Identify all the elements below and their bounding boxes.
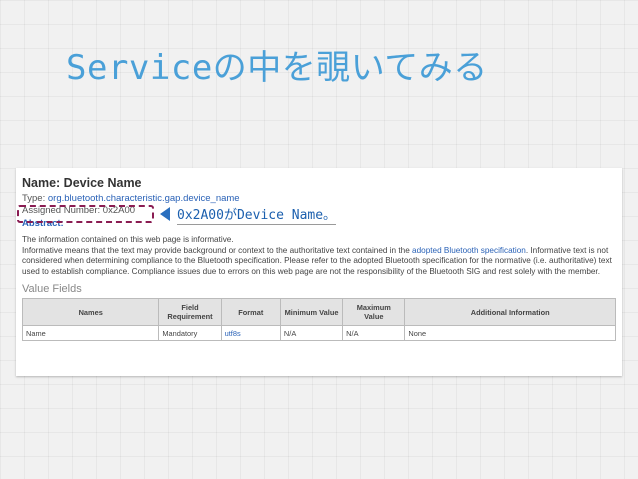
value-fields-table: Names Field Requirement Format Minimum V… <box>21 298 616 342</box>
characteristic-name: Name: Device Name <box>22 176 142 190</box>
col-minimum-value: Minimum Value <box>279 298 344 327</box>
col-maximum-value: Maximum Value <box>342 298 406 327</box>
type-label: Type: <box>22 193 46 204</box>
slide-title: Serviceの中を覗いてみる <box>66 48 488 88</box>
spec-content: Name: Device Name Type: org.bluetooth.ch… <box>21 172 616 342</box>
col-format: Format <box>220 298 281 327</box>
table-row: Name Mandatory utf8s N/A N/A None <box>21 325 616 342</box>
cell-name: Name <box>21 325 160 342</box>
informative-text-start: Informative means that the text may prov… <box>22 245 413 255</box>
informative-line: The information contained on this web pa… <box>22 235 234 244</box>
cell-format[interactable]: utf8s <box>220 325 281 342</box>
left-pointing-triangle-icon <box>160 207 170 221</box>
informative-note: The information contained on this web pa… <box>22 235 616 277</box>
cell-requirement: Mandatory <box>158 325 222 342</box>
cell-min: N/A <box>279 325 344 342</box>
adopted-spec-link[interactable]: adopted Bluetooth specification <box>412 246 526 255</box>
value-fields-heading: Value Fields <box>22 283 82 296</box>
col-names: Names <box>21 298 160 327</box>
cell-max: N/A <box>342 325 406 342</box>
cell-info: None <box>404 325 616 342</box>
format-link[interactable]: utf8s <box>225 329 241 338</box>
callout-text: 0x2A00がDevice Name。 <box>177 204 337 225</box>
callout: 0x2A00がDevice Name。 <box>160 203 337 225</box>
spec-screenshot: Name: Device Name Type: org.bluetooth.ch… <box>16 168 622 376</box>
col-field-requirement: Field Requirement <box>158 298 222 327</box>
table-header-row: Names Field Requirement Format Minimum V… <box>21 298 616 327</box>
assigned-number-highlight <box>17 205 154 223</box>
col-additional-information: Additional Information <box>404 298 616 327</box>
